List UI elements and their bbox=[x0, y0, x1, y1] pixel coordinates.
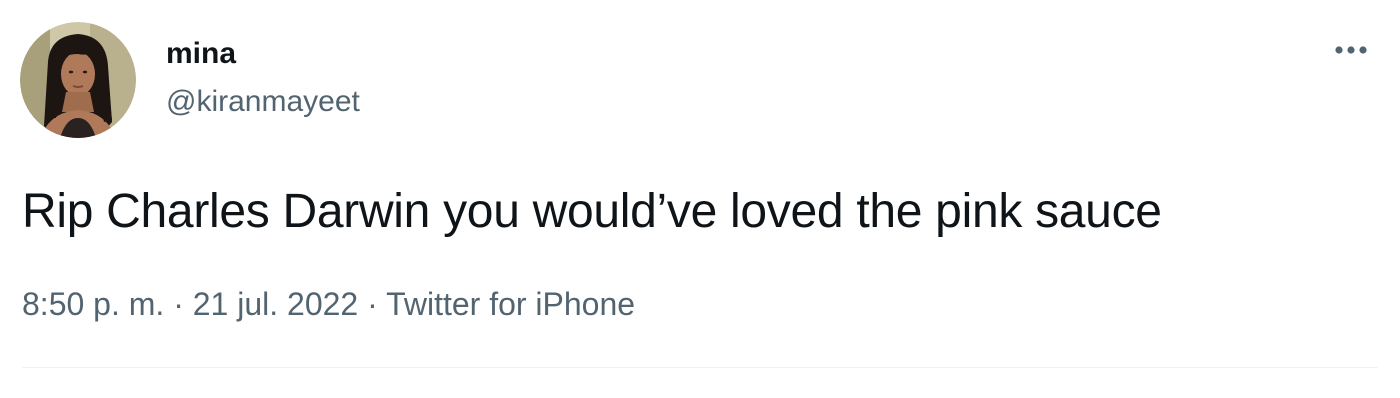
tweet-text: Rip Charles Darwin you would’ve loved th… bbox=[22, 185, 1162, 238]
tweet-metadata: 8:50 p. m. · 21 jul. 2022 · Twitter for … bbox=[22, 284, 635, 324]
tweet-card: mina @kiranmayeet Rip Charles Darwin you… bbox=[0, 0, 1400, 398]
avatar-photo-icon bbox=[20, 22, 136, 138]
user-handle[interactable]: @kiranmayeet bbox=[166, 84, 360, 120]
meta-separator: · bbox=[358, 286, 387, 322]
tweet-time[interactable]: 8:50 p. m. bbox=[22, 286, 164, 322]
tweet-source[interactable]: Twitter for iPhone bbox=[386, 286, 635, 322]
more-options-button[interactable] bbox=[1326, 30, 1376, 70]
meta-separator: · bbox=[164, 286, 193, 322]
more-horizontal-icon bbox=[1335, 46, 1367, 54]
user-avatar[interactable] bbox=[20, 22, 136, 138]
tweet-date[interactable]: 21 jul. 2022 bbox=[193, 286, 358, 322]
user-display-name[interactable]: mina bbox=[166, 36, 236, 72]
divider bbox=[22, 367, 1378, 368]
